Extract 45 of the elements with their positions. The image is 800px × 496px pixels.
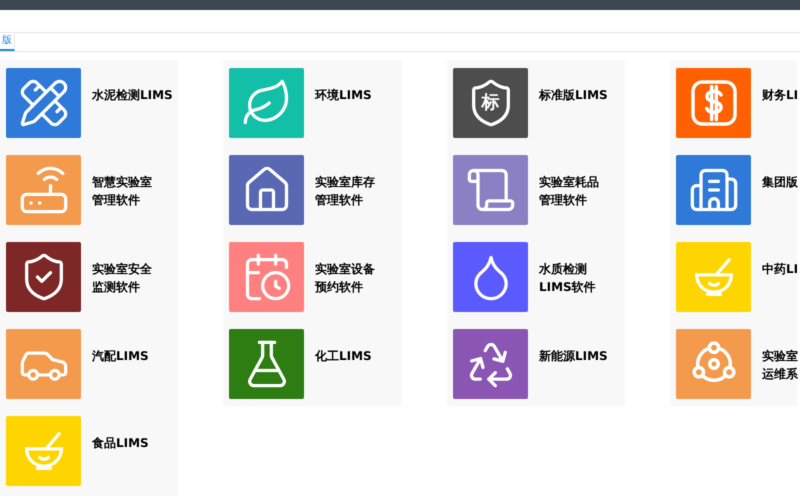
app-name: 管理软件: [539, 192, 588, 209]
router-icon: [18, 164, 70, 216]
app-name: 实验室设备: [315, 261, 375, 278]
app-name: 化工LIMS: [315, 348, 372, 365]
app-tile[interactable]: 食品LIMS: [6, 416, 178, 486]
app-name: 预约软件: [315, 279, 364, 296]
app-name: 汽配LIMS: [92, 348, 149, 365]
app-tile[interactable]: 水泥检测LIMS: [6, 68, 178, 138]
app-name: 财务LI: [762, 87, 798, 104]
app-tile[interactable]: 实验室设备 预约软件: [229, 242, 402, 312]
badge-glyph: 标: [482, 94, 500, 112]
app-name: 管理软件: [315, 192, 364, 209]
app-name: 管理软件: [92, 192, 141, 209]
app-name: 实验室库存: [315, 174, 375, 191]
app-name: 中药LI: [762, 261, 798, 278]
app-tile[interactable]: 汽配LIMS: [6, 329, 178, 399]
app-tile[interactable]: 标 标准版LIMS: [453, 68, 625, 138]
app-name: 水泥检测LIMS: [92, 87, 173, 104]
app-name: LIMS软件: [539, 279, 596, 296]
app-tile[interactable]: 财务LI: [676, 68, 797, 138]
tab[interactable]: 版: [0, 33, 15, 51]
app-tile[interactable]: 智慧实验室 管理软件: [6, 155, 178, 225]
app-name: 智慧实验室: [92, 174, 152, 191]
app-tile[interactable]: 实验室库存 管理软件: [229, 155, 402, 225]
app-name: 实验室耗品: [539, 174, 599, 191]
app-name: 标准版LIMS: [539, 87, 608, 104]
app-name: 实验室: [762, 348, 798, 365]
app-tile[interactable]: 化工LIMS: [229, 329, 402, 399]
app-tile[interactable]: 实验室安全 监测软件: [6, 242, 178, 312]
app-name: 新能源LIMS: [539, 348, 608, 365]
app-tile[interactable]: 新能源LIMS: [453, 329, 625, 399]
pencil-ruler-icon: [18, 77, 70, 129]
app-name: 集团版: [762, 174, 798, 191]
app-tile[interactable]: 中药LI: [676, 242, 797, 312]
app-name: 监测软件: [92, 279, 141, 296]
app-tile[interactable]: 集团版: [676, 155, 797, 225]
app-tile[interactable]: 环境LIMS: [229, 68, 402, 138]
app-name: 食品LIMS: [92, 435, 149, 452]
app-name: 运维系: [762, 366, 798, 383]
app-name: 实验室安全: [92, 261, 152, 278]
app-name: 环境LIMS: [315, 87, 372, 104]
app-tile[interactable]: 实验室 运维系: [676, 329, 797, 399]
app-name: 水质检测: [539, 261, 588, 278]
app-tile[interactable]: 实验室耗品 管理软件: [453, 155, 625, 225]
app-tile[interactable]: 水质检测 LIMS软件: [453, 242, 625, 312]
